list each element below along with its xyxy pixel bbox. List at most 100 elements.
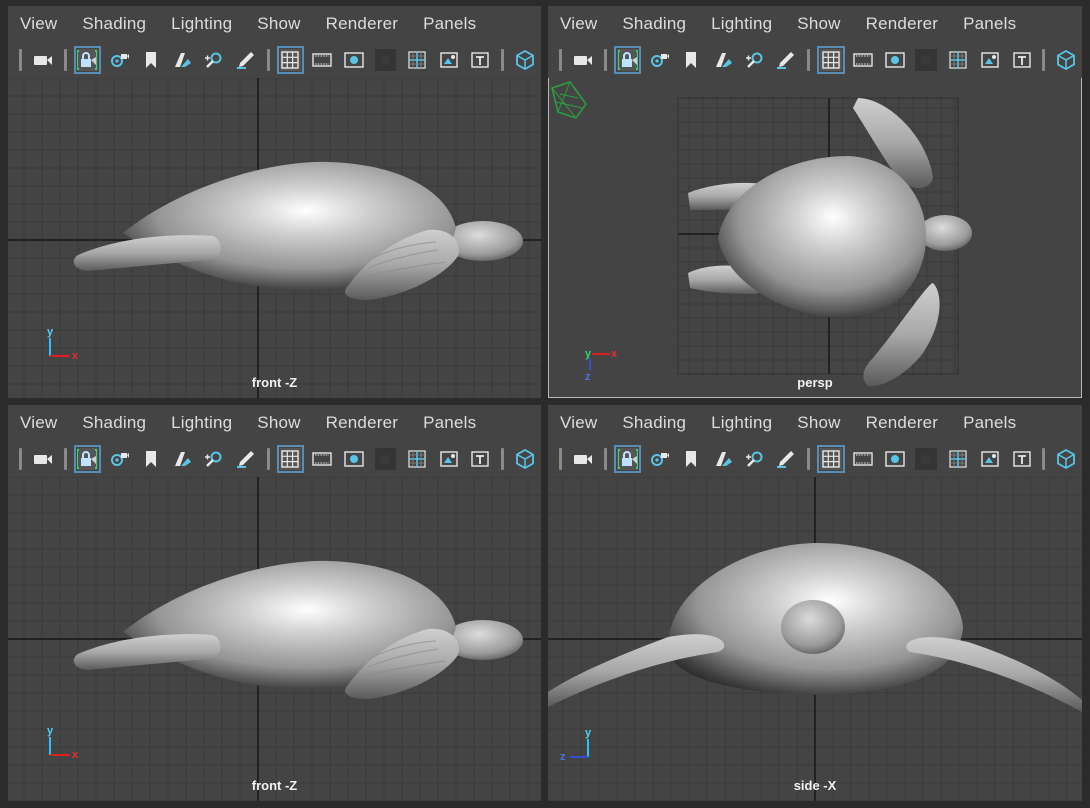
image-plane-icon[interactable] xyxy=(172,49,194,71)
bookmark-icon[interactable] xyxy=(140,448,162,470)
menu-lighting[interactable]: Lighting xyxy=(711,413,772,433)
viewport-panel-side[interactable]: View Shading Lighting Show Renderer Panels y z s… xyxy=(548,405,1082,801)
menu-renderer[interactable]: Renderer xyxy=(866,413,938,433)
safe-action-icon[interactable] xyxy=(979,448,1001,470)
menu-panels[interactable]: Panels xyxy=(423,14,476,34)
bookmark-icon[interactable] xyxy=(680,49,702,71)
viewport-camera-label: side -X xyxy=(793,778,837,793)
menu-panels[interactable]: Panels xyxy=(963,413,1016,433)
isolate-select-icon[interactable] xyxy=(1055,448,1077,470)
safe-title-icon[interactable] xyxy=(470,448,492,470)
resolution-gate-icon[interactable] xyxy=(884,49,906,71)
viewport-canvas[interactable]: y x front -Z xyxy=(8,477,541,801)
viewport-scene: yz xyxy=(548,477,1082,801)
menu-panels[interactable]: Panels xyxy=(423,413,476,433)
field-chart-icon[interactable] xyxy=(947,49,969,71)
menu-shading[interactable]: Shading xyxy=(622,14,686,34)
gate-mask-icon[interactable] xyxy=(915,49,938,71)
menu-view[interactable]: View xyxy=(20,14,57,34)
menu-lighting[interactable]: Lighting xyxy=(711,14,772,34)
menu-show[interactable]: Show xyxy=(257,413,300,433)
menu-shading[interactable]: Shading xyxy=(82,14,146,34)
isolate-select-icon[interactable] xyxy=(514,49,536,71)
camera-attributes-icon[interactable] xyxy=(108,448,130,470)
field-chart-icon[interactable] xyxy=(406,448,428,470)
image-plane-icon[interactable] xyxy=(172,448,194,470)
grease-pencil-icon[interactable] xyxy=(235,448,257,470)
camera-icon[interactable] xyxy=(32,448,54,470)
menu-show[interactable]: Show xyxy=(797,14,840,34)
resolution-gate-icon[interactable] xyxy=(343,49,365,71)
resolution-gate-icon[interactable] xyxy=(884,448,906,470)
menu-renderer[interactable]: Renderer xyxy=(326,413,398,433)
film-gate-icon[interactable] xyxy=(311,49,333,71)
menu-lighting[interactable]: Lighting xyxy=(171,413,232,433)
film-gate-icon[interactable] xyxy=(311,448,333,470)
panel-menu-bar: View Shading Lighting Show Renderer Panels xyxy=(8,405,541,441)
gate-mask-icon[interactable] xyxy=(374,448,397,470)
isolate-select-icon[interactable] xyxy=(1055,49,1077,71)
menu-show[interactable]: Show xyxy=(257,14,300,34)
camera-attributes-icon[interactable] xyxy=(108,49,130,71)
camera-icon[interactable] xyxy=(572,448,594,470)
menu-view[interactable]: View xyxy=(560,14,597,34)
safe-title-icon[interactable] xyxy=(1011,49,1033,71)
viewport-canvas[interactable]: y z side -X xyxy=(548,477,1082,801)
field-chart-icon[interactable] xyxy=(406,49,428,71)
lock-camera-icon[interactable] xyxy=(73,445,102,473)
toolbar-separator xyxy=(19,49,22,71)
grease-pencil-icon[interactable] xyxy=(775,49,797,71)
bookmark-icon[interactable] xyxy=(140,49,162,71)
image-plane-icon[interactable] xyxy=(712,49,734,71)
2d-pan-zoom-icon[interactable] xyxy=(744,49,766,71)
2d-pan-zoom-icon[interactable] xyxy=(744,448,766,470)
toolbar-separator xyxy=(63,49,67,71)
safe-action-icon[interactable] xyxy=(438,448,460,470)
resolution-gate-icon[interactable] xyxy=(343,448,365,470)
viewport-camera-label: front -Z xyxy=(251,375,298,390)
camera-attributes-icon[interactable] xyxy=(648,448,670,470)
gate-mask-icon[interactable] xyxy=(915,448,938,470)
menu-view[interactable]: View xyxy=(560,413,597,433)
viewport-panel-persp[interactable]: View Shading Lighting Show Renderer Panels y x z… xyxy=(548,6,1082,398)
camera-icon[interactable] xyxy=(32,49,54,71)
viewport-canvas[interactable]: y x front -Z xyxy=(8,78,541,398)
safe-action-icon[interactable] xyxy=(979,49,1001,71)
menu-renderer[interactable]: Renderer xyxy=(866,14,938,34)
grid-icon[interactable] xyxy=(276,445,305,473)
viewport-panel-front-bottom[interactable]: View Shading Lighting Show Renderer Panels y x f… xyxy=(8,405,541,801)
gate-mask-icon[interactable] xyxy=(374,49,397,71)
viewport-panel-front-top[interactable]: View Shading Lighting Show Renderer Panels y x f… xyxy=(8,6,541,398)
2d-pan-zoom-icon[interactable] xyxy=(203,448,225,470)
safe-title-icon[interactable] xyxy=(1011,448,1033,470)
isolate-select-icon[interactable] xyxy=(514,448,536,470)
lock-camera-icon[interactable] xyxy=(613,46,642,74)
menu-panels[interactable]: Panels xyxy=(963,14,1016,34)
image-plane-icon[interactable] xyxy=(712,448,734,470)
grid-icon[interactable] xyxy=(276,46,305,74)
film-gate-icon[interactable] xyxy=(852,49,874,71)
menu-show[interactable]: Show xyxy=(797,413,840,433)
film-gate-icon[interactable] xyxy=(852,448,874,470)
menu-lighting[interactable]: Lighting xyxy=(171,14,232,34)
2d-pan-zoom-icon[interactable] xyxy=(203,49,225,71)
safe-title-icon[interactable] xyxy=(470,49,492,71)
panel-menu-bar: View Shading Lighting Show Renderer Panels xyxy=(548,405,1082,441)
grid-icon[interactable] xyxy=(817,445,845,473)
bookmark-icon[interactable] xyxy=(680,448,702,470)
lock-camera-icon[interactable] xyxy=(73,46,102,74)
toolbar-separator xyxy=(1042,448,1046,470)
menu-renderer[interactable]: Renderer xyxy=(326,14,398,34)
grid-icon[interactable] xyxy=(817,46,845,74)
menu-shading[interactable]: Shading xyxy=(622,413,686,433)
camera-icon[interactable] xyxy=(572,49,594,71)
menu-shading[interactable]: Shading xyxy=(82,413,146,433)
safe-action-icon[interactable] xyxy=(438,49,460,71)
grease-pencil-icon[interactable] xyxy=(235,49,257,71)
field-chart-icon[interactable] xyxy=(947,448,969,470)
camera-attributes-icon[interactable] xyxy=(648,49,670,71)
viewport-canvas[interactable]: y x z persp xyxy=(548,78,1082,398)
grease-pencil-icon[interactable] xyxy=(775,448,797,470)
menu-view[interactable]: View xyxy=(20,413,57,433)
lock-camera-icon[interactable] xyxy=(613,445,642,473)
